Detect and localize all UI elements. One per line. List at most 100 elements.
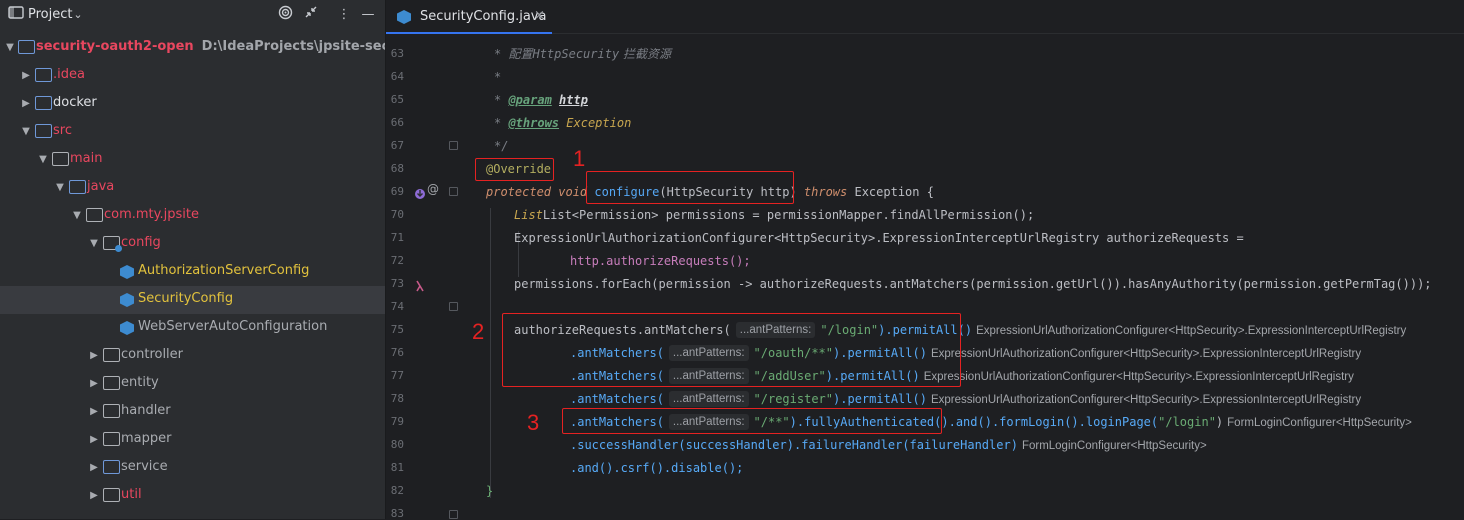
- line-number: 71: [390, 231, 404, 244]
- chevron-right-icon[interactable]: ▶: [88, 433, 100, 447]
- annotation-box-fully-authenticated: [562, 408, 942, 434]
- chevron-right-icon[interactable]: ▶: [88, 489, 100, 503]
- tree-item-config[interactable]: ▼ config: [0, 230, 385, 258]
- chevron-right-icon[interactable]: ▶: [88, 349, 100, 363]
- tree-item-label: AuthorizationServerConfig: [138, 263, 310, 278]
- tree-item-docker[interactable]: ▶ docker: [0, 90, 385, 118]
- type-hint: ExpressionUrlAuthorizationConfigurer<Htt…: [976, 325, 1407, 337]
- fold-icon[interactable]: [449, 187, 458, 196]
- chevron-down-icon[interactable]: ⌄: [68, 5, 88, 25]
- annotation-at-icon[interactable]: @: [427, 182, 439, 196]
- override-method-icon[interactable]: [414, 185, 426, 204]
- tree-item-authorization-server-config[interactable]: AuthorizationServerConfig: [0, 258, 385, 286]
- tree-item-src[interactable]: ▼ src: [0, 118, 385, 146]
- code-line: permissions.forEach(permission -> author…: [514, 277, 1432, 291]
- tree-item-label: java: [87, 179, 115, 194]
- project-panel: Project ⌄ ⋮ — ▼ security-oauth2-open D:\I…: [0, 0, 385, 519]
- tree-item-entity[interactable]: ▶ entity: [0, 370, 385, 398]
- line-number: 79: [390, 415, 404, 428]
- chevron-down-icon[interactable]: ▼: [88, 237, 100, 251]
- line-number: 72: [390, 254, 404, 267]
- chevron-right-icon[interactable]: ▶: [20, 97, 32, 111]
- code-line: ListList<Permission> permissions = permi…: [514, 208, 1035, 222]
- code-line: ExpressionUrlAuthorizationConfigurer<Htt…: [514, 231, 1244, 245]
- tree-item-label: service: [121, 459, 168, 474]
- tab-label: SecurityConfig.java: [420, 9, 547, 24]
- line-number: 76: [390, 346, 404, 359]
- collapse-all-icon[interactable]: [301, 5, 321, 25]
- line-number: 81: [390, 461, 404, 474]
- package-icon: [103, 488, 120, 502]
- type-hint: FormLoginConfigurer<HttpSecurity>: [1227, 417, 1412, 429]
- tree-item-mapper[interactable]: ▶ mapper: [0, 426, 385, 454]
- tree-item-label: util: [121, 487, 142, 502]
- config-package-icon: [103, 236, 122, 252]
- fold-icon[interactable]: [449, 302, 458, 311]
- tree-item-module[interactable]: ▼ security-oauth2-open D:\IdeaProjects\jp…: [0, 34, 385, 62]
- more-options-icon[interactable]: ⋮: [334, 5, 354, 25]
- project-view-icon[interactable]: [6, 5, 26, 25]
- tree-item-label: config: [121, 235, 161, 250]
- tree-item-label: src: [53, 123, 72, 138]
- package-icon: [103, 404, 120, 418]
- fold-icon[interactable]: [449, 141, 458, 150]
- tree-item-java[interactable]: ▼ java: [0, 174, 385, 202]
- line-number: 69: [390, 185, 404, 198]
- chevron-down-icon[interactable]: ▼: [20, 125, 32, 139]
- chevron-down-icon[interactable]: ▼: [37, 153, 49, 167]
- java-class-icon: [120, 321, 134, 335]
- tab-security-config[interactable]: SecurityConfig.java ×: [386, 0, 552, 34]
- tree-item-handler[interactable]: ▶ handler: [0, 398, 385, 426]
- line-number: 65: [390, 93, 404, 106]
- close-icon[interactable]: ×: [534, 8, 545, 23]
- chevron-right-icon[interactable]: ▶: [88, 405, 100, 419]
- tree-item-service[interactable]: ▶ service: [0, 454, 385, 482]
- code-line: .and().csrf().disable();: [570, 461, 744, 475]
- line-number: 70: [390, 208, 404, 221]
- locate-target-icon[interactable]: [275, 5, 295, 25]
- chevron-down-icon[interactable]: ▼: [71, 209, 83, 223]
- chevron-down-icon[interactable]: ▼: [4, 41, 16, 55]
- project-tree: ▼ security-oauth2-open D:\IdeaProjects\jp…: [0, 34, 385, 510]
- tree-item-idea[interactable]: ▶ .idea: [0, 62, 385, 90]
- minimize-icon[interactable]: —: [358, 5, 378, 25]
- chevron-right-icon[interactable]: ▶: [88, 461, 100, 475]
- chevron-right-icon[interactable]: ▶: [20, 69, 32, 83]
- folder-icon: [52, 152, 69, 166]
- tree-item-label: main: [70, 151, 103, 166]
- package-icon: [103, 432, 120, 446]
- tree-item-label: security-oauth2-open: [36, 39, 194, 54]
- tree-item-label: controller: [121, 347, 184, 362]
- line-number: 73: [390, 277, 404, 290]
- line-number: 78: [390, 392, 404, 405]
- chevron-down-icon[interactable]: ▼: [54, 181, 66, 195]
- annotation-box-configure: [586, 171, 794, 204]
- code-line: * @throws Exception: [494, 116, 632, 130]
- chevron-right-icon[interactable]: ▶: [88, 377, 100, 391]
- tree-item-main[interactable]: ▼ main: [0, 146, 385, 174]
- tree-item-label: docker: [53, 95, 97, 110]
- lambda-icon[interactable]: [415, 277, 425, 296]
- fold-icon[interactable]: [449, 510, 458, 519]
- tree-item-controller[interactable]: ▶ controller: [0, 342, 385, 370]
- code-line: *: [494, 70, 502, 84]
- tree-item-path: D:\IdeaProjects\jpsite-security-oauth: [201, 39, 385, 54]
- source-folder-icon: [35, 124, 52, 138]
- annotation-number-1: 1: [573, 146, 586, 171]
- tree-item-webserver-auto-configuration[interactable]: WebServerAutoConfiguration: [0, 314, 385, 342]
- code-editor[interactable]: * 配置HttpSecurity 拦截资源 * * @param http * …: [466, 34, 1464, 519]
- java-class-icon: [120, 265, 134, 279]
- project-panel-title[interactable]: Project: [28, 7, 72, 22]
- tree-item-package-root[interactable]: ▼ com.mty.jpsite: [0, 202, 385, 230]
- code-line: */: [494, 139, 509, 153]
- tree-item-label: entity: [121, 375, 159, 390]
- tree-item-security-config[interactable]: SecurityConfig: [0, 286, 385, 314]
- tree-item-label: handler: [121, 403, 171, 418]
- editor-gutter: 63 64 65 66 67 68 69 70 71 72 73 74 75 7…: [386, 34, 466, 520]
- source-root-folder-icon: [69, 180, 86, 194]
- module-folder-icon: [18, 40, 35, 54]
- tree-item-util[interactable]: ▶ util: [0, 482, 385, 510]
- type-hint: FormLoginConfigurer<HttpSecurity>: [1021, 440, 1207, 452]
- code-line: }: [486, 484, 494, 498]
- tree-item-label: .idea: [53, 67, 85, 82]
